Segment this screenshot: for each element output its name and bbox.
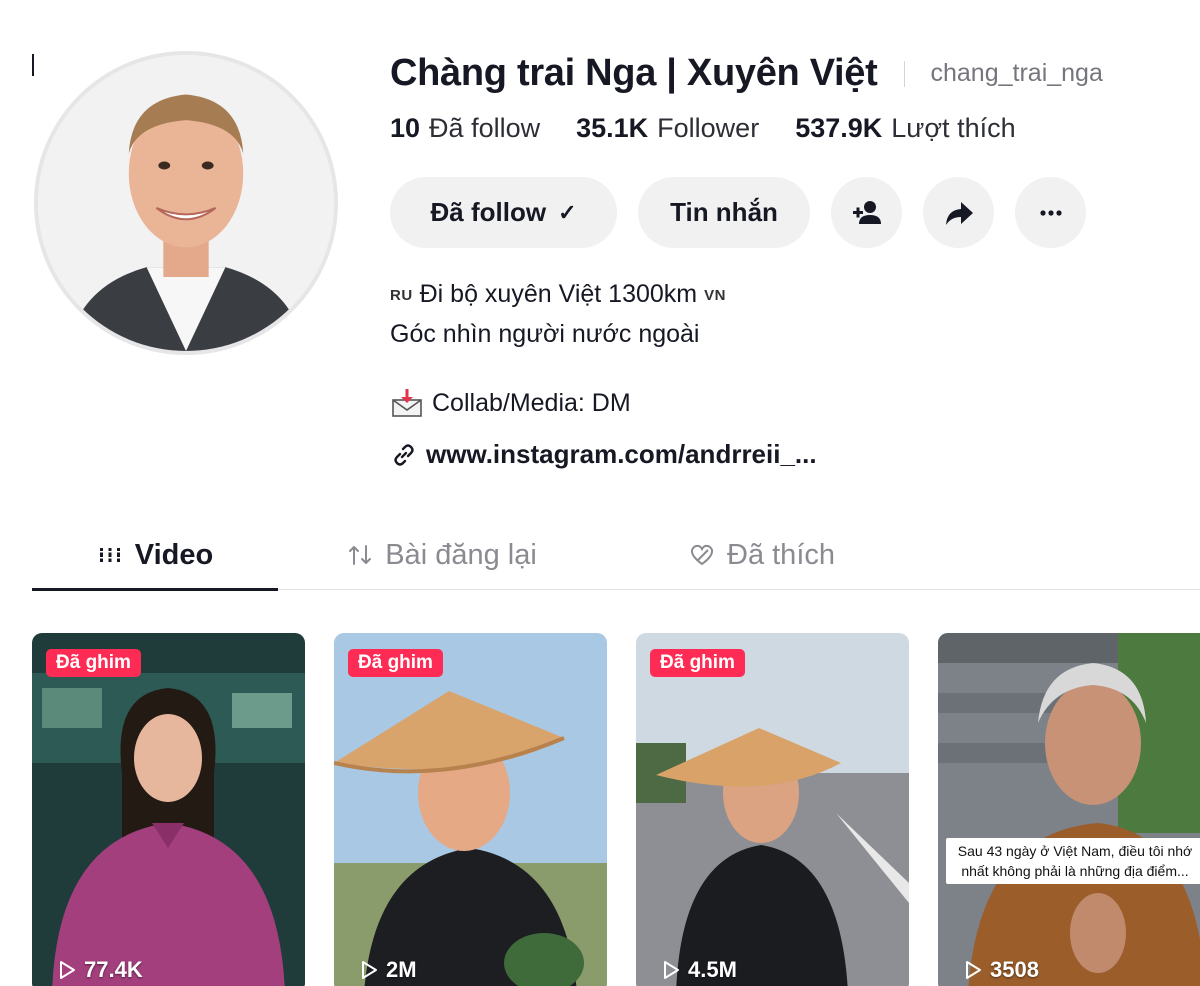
stat-likes-label: Lượt thích [891, 113, 1016, 143]
pinned-badge: Đã ghim [46, 649, 141, 677]
video-card[interactable]: Sau 43 ngày ở Việt Nam, điều tôi nhớ nhấ… [938, 633, 1200, 986]
tab-video-label: Video [134, 538, 214, 571]
video-caption: Sau 43 ngày ở Việt Nam, điều tôi nhớ nhấ… [946, 838, 1200, 884]
play-icon [60, 961, 75, 979]
display-name: Chàng trai Nga | Xuyên Việt [390, 52, 878, 94]
video-card[interactable]: Đã ghim 77.4K [32, 633, 305, 986]
name-divider [903, 60, 905, 87]
stat-followers[interactable]: 35.1K Follower [576, 113, 759, 144]
username: chang_trai_nga [930, 59, 1103, 87]
bio-line-1: RU Đi bộ xuyên Việt 1300km VN [390, 275, 726, 315]
view-count-text: 2M [386, 957, 417, 982]
text-cursor [32, 54, 34, 76]
profile-tabs: Video Bài đăng lại Đã thích [32, 520, 1200, 591]
video-thumbnail [334, 633, 607, 986]
view-count: 3508 [962, 957, 1039, 983]
play-icon [966, 961, 981, 979]
view-count-text: 4.5M [688, 957, 737, 982]
check-icon: ✓ [558, 199, 577, 225]
link-icon [394, 443, 414, 466]
video-thumbnail [938, 633, 1200, 986]
following-button[interactable]: Đã follow ✓ [390, 177, 617, 248]
grid-icon [98, 548, 121, 562]
stat-following-count: 10 [390, 113, 421, 143]
bio-line-2: Góc nhìn người nước ngoài [390, 320, 700, 348]
play-icon [664, 961, 679, 979]
stat-following[interactable]: 10 Đã follow [390, 113, 540, 144]
bio-link[interactable]: www.instagram.com/andrreii_... [390, 439, 817, 470]
pinned-badge: Đã ghim [650, 649, 745, 677]
tab-reposts[interactable]: Bài đăng lại [322, 520, 562, 590]
stat-followers-count: 35.1K [576, 113, 649, 143]
video-grid: Đã ghim 77.4K Đã ghim 2M Đã ghim 4.5M Sa… [32, 633, 1200, 986]
avatar[interactable] [34, 51, 338, 355]
profile-header: Chàng trai Nga | Xuyên Việt chang_trai_n… [390, 52, 1103, 95]
active-tab-indicator [32, 588, 278, 591]
video-thumbnail [636, 633, 909, 986]
share-icon [945, 201, 973, 225]
more-icon [1039, 209, 1062, 216]
play-icon [362, 961, 377, 979]
share-button[interactable] [923, 177, 994, 248]
view-count-text: 77.4K [84, 957, 143, 982]
suggested-accounts-button[interactable] [831, 177, 902, 248]
message-button[interactable]: Tin nhắn [638, 177, 810, 248]
tab-liked-label: Đã thích [727, 538, 835, 571]
profile-stats: 10 Đã follow 35.1K Follower 537.9K Lượt thí… [390, 113, 1052, 144]
view-count-text: 3508 [990, 957, 1039, 982]
stat-following-label: Đã follow [429, 113, 541, 143]
collab-text: Collab/Media: DM [432, 388, 631, 417]
avatar-image [38, 55, 334, 351]
bio-link-text: www.instagram.com/andrreii_... [426, 439, 817, 469]
video-thumbnail [32, 633, 305, 986]
pinned-badge: Đã ghim [348, 649, 443, 677]
tab-liked[interactable]: Đã thích [652, 520, 872, 590]
video-card[interactable]: Đã ghim 4.5M [636, 633, 909, 986]
stat-likes: 537.9K Lượt thích [795, 113, 1015, 144]
collab-info: Collab/Media: DM [390, 386, 631, 420]
profile-actions: Đã follow ✓ Tin nhắn [390, 177, 1107, 248]
more-options-button[interactable] [1015, 177, 1086, 248]
video-card[interactable]: Đã ghim 2M [334, 633, 607, 986]
view-count: 2M [358, 957, 417, 983]
tab-reposts-label: Bài đăng lại [385, 538, 537, 571]
liked-icon [690, 544, 714, 566]
view-count: 4.5M [660, 957, 737, 983]
inbox-tray-icon [392, 389, 422, 417]
add-user-icon [852, 200, 881, 224]
view-count: 77.4K [56, 957, 143, 983]
bio: RU Đi bộ xuyên Việt 1300km VN Góc nhìn n… [390, 275, 726, 353]
repost-icon [349, 545, 372, 565]
flag-vn-icon: VN [704, 287, 726, 304]
bio-line-1-text: Đi bộ xuyên Việt 1300km [419, 280, 698, 308]
tab-video[interactable]: Video [32, 520, 278, 590]
stat-followers-label: Follower [657, 113, 760, 143]
following-button-label: Đã follow [430, 197, 547, 227]
flag-ru-icon: RU [390, 287, 413, 304]
stat-likes-count: 537.9K [795, 113, 883, 143]
